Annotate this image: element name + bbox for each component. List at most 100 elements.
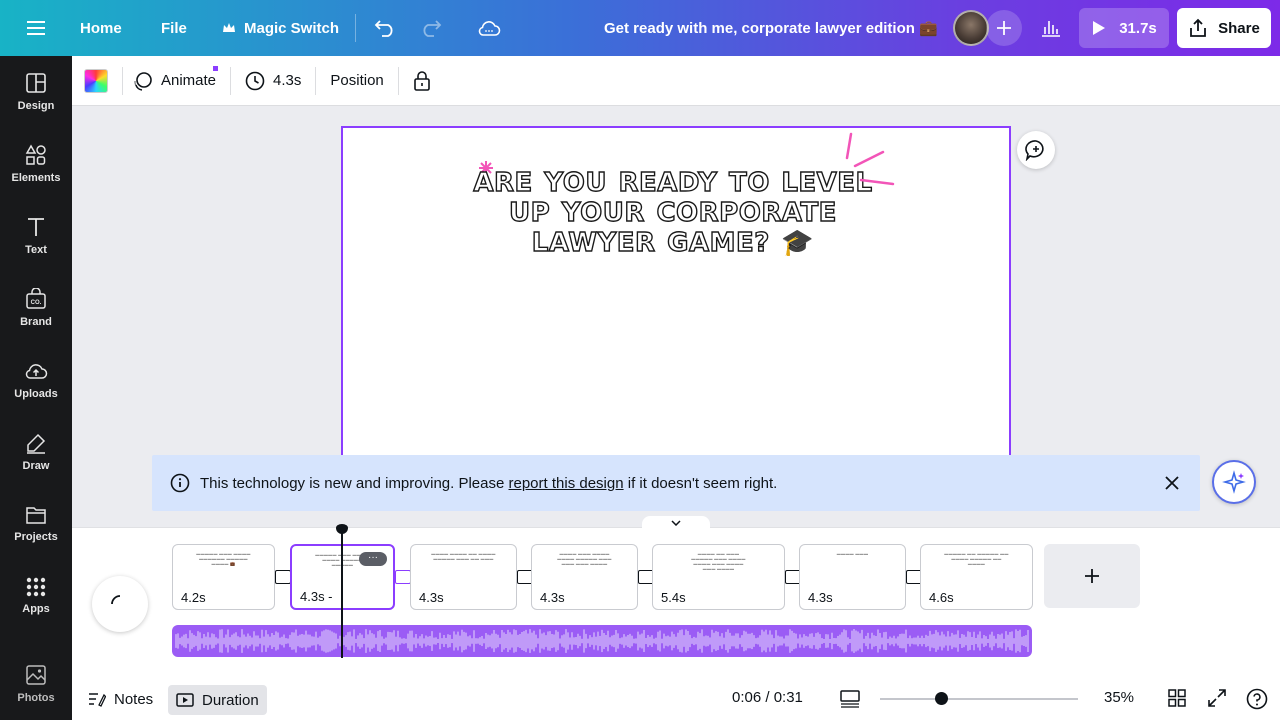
page-view-toggle[interactable] [840,689,862,709]
loading-spinner [92,576,148,632]
lock-button[interactable] [405,64,439,98]
design-title[interactable]: Get ready with me, corporate lawyer edit… [604,8,938,48]
sidebar-item-photos[interactable]: Photos [0,652,72,716]
audio-track[interactable] [172,625,1032,657]
sidebar-label: Draw [22,460,50,472]
sidebar-item-elements[interactable]: Elements [0,132,72,196]
sidebar-item-projects[interactable]: Projects [0,492,72,556]
help-icon [1246,688,1268,710]
magic-switch-button[interactable]: Magic Switch [222,8,339,48]
thumbnail-preview: ▬▬▬▬ ▬▬▬▬ ▬▬ ▬▬▬▬ ▬▬▬▬▬ ▬▬▬ ▬▬ ▬▬▬ [431,551,496,561]
undo-icon [374,20,393,37]
page-duration: 4.3s [540,590,565,605]
close-banner-button[interactable] [1162,473,1182,493]
page-duration: 4.2s [181,590,206,605]
file-menu-button[interactable]: File [161,8,187,48]
play-button[interactable]: 31.7s [1079,8,1169,48]
share-button[interactable]: Share [1177,8,1271,48]
add-comment-icon [1025,140,1044,161]
page-thumbnail-5[interactable]: ▬▬▬▬ ▬▬ ▬▬▬ ▬▬▬▬▬ ▬▬▬ ▬▬▬▬ ▬▬▬▬ ▬▬▬ ▬▬▬▬ ▬▬… [652,544,785,610]
fullscreen-button[interactable] [1208,689,1226,712]
crown-icon [223,23,235,32]
duration-label: Duration [202,691,259,709]
design-page[interactable]: ARE YOU READY TO LEVEL UP YOUR CORPORATE… [341,126,1011,506]
duration-button[interactable]: Duration [168,685,267,715]
share-icon [1190,18,1207,37]
page-duration: 4.3s [419,590,444,605]
notes-label: Notes [114,690,154,708]
comment-button[interactable] [1017,131,1055,169]
expand-icon [1208,689,1226,707]
sidebar-item-apps[interactable]: Apps [0,564,72,628]
svg-text:CO.: CO. [31,300,42,306]
undo-button[interactable] [372,8,398,48]
notes-button[interactable]: Notes [88,685,153,713]
collapse-timeline-button[interactable] [642,516,710,530]
menu-button[interactable] [16,8,56,48]
position-button[interactable]: Position [322,64,391,98]
color-picker-button[interactable] [84,68,108,93]
insights-button[interactable] [1032,8,1070,48]
sidebar-item-text[interactable]: Text [0,204,72,268]
add-collaborator-button[interactable] [986,10,1022,46]
bottom-bar: Notes Duration 0:06 / 0:31 35% [72,677,1280,720]
sidebar-item-design[interactable]: Design [0,60,72,124]
left-sidebar: Design Elements Text CO. Brand Uploads D… [0,56,72,720]
thumbnail-preview: ▬▬▬▬ ▬▬▬ ▬▬▬▬ ▬▬▬▬ ▬▬▬▬▬ ▬▬▬ ▬▬▬ ▬▬▬ ▬▬▬▬ [557,551,612,566]
redo-icon [423,20,442,37]
uploads-icon [25,364,48,379]
chevron-down-icon [671,520,681,526]
topbar-divider [355,14,356,42]
page-thumbnail-7[interactable]: ▬▬▬▬▬ ▬▬ ▬▬▬▬▬ ▬▬ ▬▬▬▬ ▬▬▬▬▬ ▬▬ ▬▬▬▬ 4.6s [920,544,1033,610]
cloud-save-button[interactable] [475,8,503,48]
new-indicator-dot [213,65,219,71]
zoom-slider[interactable] [880,692,1078,705]
grid-view-button[interactable] [1168,689,1186,712]
close-icon [1165,476,1179,490]
transition-button[interactable] [395,570,411,584]
page-duration: 4.3s [808,590,833,605]
plus-icon [1085,569,1099,583]
plus-icon [997,21,1011,35]
sidebar-label: Elements [11,172,61,184]
toolbar-divider [315,66,317,95]
info-icon [170,473,190,493]
page-thumbnail-6[interactable]: ▬▬▬▬ ▬▬▬ 4.3s [799,544,906,610]
cloud-icon [478,21,501,36]
help-button[interactable] [1246,688,1268,715]
page-duration: 4.6s [929,590,954,605]
redo-button[interactable] [418,8,444,48]
page-thumbnail-3[interactable]: ▬▬▬▬ ▬▬▬▬ ▬▬ ▬▬▬▬ ▬▬▬▬▬ ▬▬▬ ▬▬ ▬▬▬ 4.3s [410,544,517,610]
sidebar-label: Photos [17,692,55,704]
toolbar-divider [122,66,123,95]
timing-button[interactable]: 4.3s [237,64,309,98]
add-page-button[interactable] [1044,544,1140,608]
zoom-level[interactable]: 35% [1104,689,1134,706]
projects-icon [26,507,46,524]
page-duration: 4.3s - [300,589,333,604]
animate-button[interactable]: Animate [125,64,224,98]
elements-icon [25,144,46,165]
thumbnail-preview: ▬▬▬▬ ▬▬ ▬▬▬ ▬▬▬▬▬ ▬▬▬ ▬▬▬▬ ▬▬▬▬ ▬▬▬ ▬▬▬▬ ▬▬… [691,551,746,571]
page-thumbnail-1[interactable]: ▬▬▬▬▬ ▬▬▬ ▬▬▬▬ ▬▬▬▬▬▬ ▬▬▬▬▬ ▬▬▬▬ 💼 4.2s [172,544,275,610]
user-avatar[interactable] [953,10,989,46]
playhead-handle [336,524,348,534]
home-button[interactable]: Home [80,8,122,48]
magic-assistant-button[interactable] [1212,460,1256,504]
zoom-slider-thumb[interactable] [935,692,948,705]
brand-icon: CO. [26,288,46,309]
transition-button[interactable] [275,570,291,584]
info-banner: This technology is new and improving. Pl… [152,455,1200,511]
page-thumbnail-4[interactable]: ▬▬▬▬ ▬▬▬ ▬▬▬▬ ▬▬▬▬ ▬▬▬▬▬ ▬▬▬ ▬▬▬ ▬▬▬ ▬▬▬▬ … [531,544,638,610]
playhead[interactable] [336,524,348,658]
sidebar-item-brand[interactable]: CO. Brand [0,276,72,340]
report-design-link[interactable]: report this design [509,475,624,492]
page-options-button[interactable]: ··· [359,552,387,566]
headline-text[interactable]: ARE YOU READY TO LEVEL UP YOUR CORPORATE… [463,167,883,258]
animate-icon [134,71,152,91]
zoom-slider-track [880,698,1078,700]
page-layout-icon [840,690,860,708]
sidebar-item-uploads[interactable]: Uploads [0,348,72,412]
sidebar-item-draw[interactable]: Draw [0,420,72,484]
notes-icon [89,693,106,707]
